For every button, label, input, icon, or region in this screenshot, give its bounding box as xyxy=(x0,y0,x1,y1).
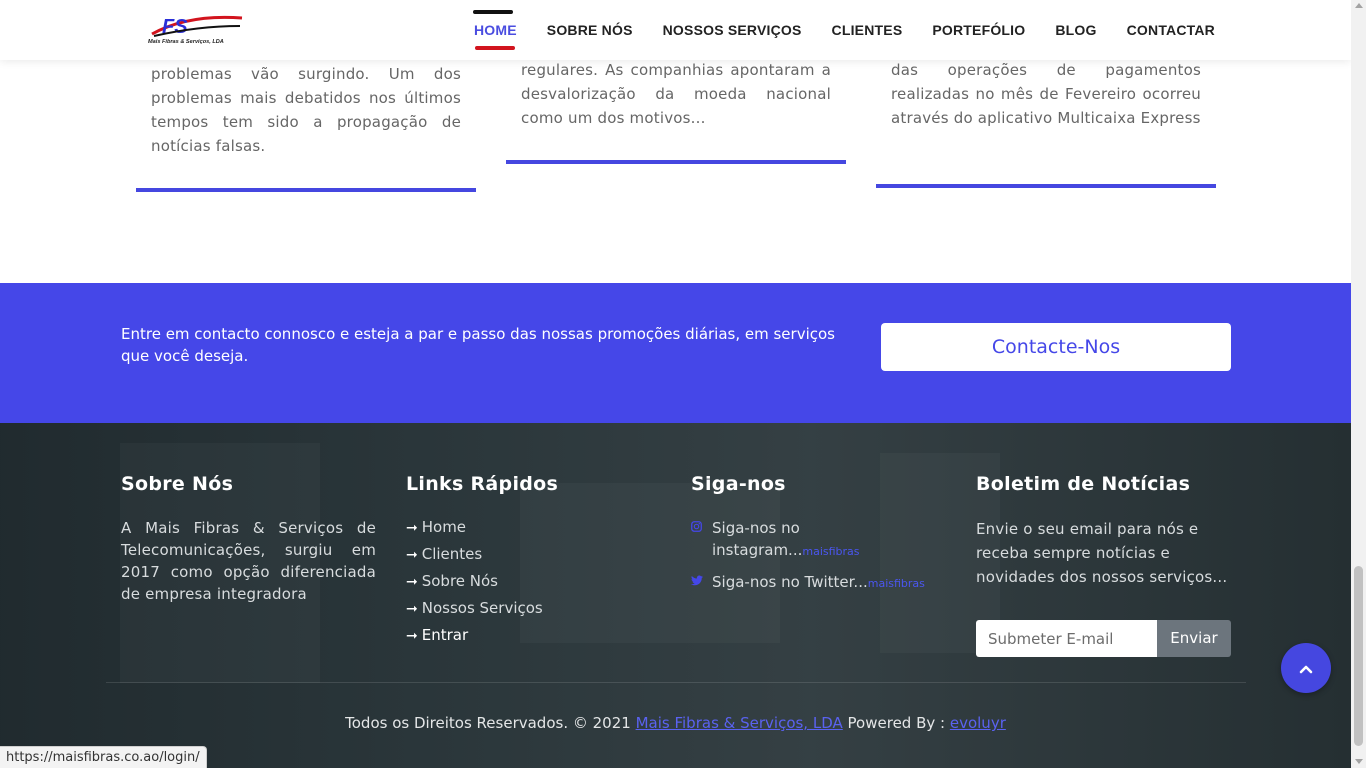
copyright-text: Todos os Direitos Reservados. © 2021 xyxy=(345,714,631,732)
footer-link-clientes[interactable]: ➞ Clientes xyxy=(406,544,661,571)
arrow-right-icon: ➞ xyxy=(406,574,418,590)
footer-about-text: A Mais Fibras & Serviços de Telecomunica… xyxy=(121,519,376,603)
company-link[interactable]: Mais Fibras & Serviços, LDA xyxy=(636,714,843,732)
footer-link-label: Home xyxy=(421,518,467,536)
blog-card: problemas vão surgindo. Um dos problemas… xyxy=(136,62,476,192)
footer-newsletter-title: Boletim de Notícias xyxy=(976,473,1191,495)
powered-by-link[interactable]: evoluyr xyxy=(950,714,1006,732)
blog-card-excerpt: problemas vão surgindo. Um dos problemas… xyxy=(151,65,461,155)
copyright-line: Todos os Direitos Reservados. © 2021 Mai… xyxy=(0,714,1351,732)
twitter-link[interactable]: Siga-nos no Twitter...maisfibras xyxy=(691,571,941,595)
footer-follow: Siga-nos Siga-nos no instagram...maisfib… xyxy=(691,473,941,603)
powered-by-text: Powered By : xyxy=(847,714,946,732)
blog-card-excerpt: das operações de pagamentos realizadas n… xyxy=(891,61,1201,127)
blog-card: regulares. As companhias apontaram a des… xyxy=(506,58,846,164)
footer-follow-title: Siga-nos xyxy=(691,473,786,495)
nav-sobre-nos[interactable]: SOBRE NÓS xyxy=(532,0,648,60)
newsletter-email-input[interactable] xyxy=(976,620,1157,657)
scrollbar-thumb[interactable] xyxy=(1354,566,1363,746)
nav-home[interactable]: HOME xyxy=(459,0,532,60)
arrow-right-icon: ➞ xyxy=(406,601,418,617)
company-logo[interactable]: FS Mais Fibras & Serviços, LDA xyxy=(148,12,246,48)
cta-text: Entre em contacto connosco e esteja a pa… xyxy=(121,325,835,365)
site-footer: Sobre Nós A Mais Fibras & Serviços de Te… xyxy=(0,423,1351,768)
blog-card-bar xyxy=(506,160,846,164)
main-nav: HOME SOBRE NÓS NOSSOS SERVIÇOS CLIENTES … xyxy=(459,0,1215,60)
footer-link-entrar[interactable]: ➞ Entrar xyxy=(406,625,661,652)
arrow-right-icon: ➞ xyxy=(406,520,418,536)
scroll-down-arrow-icon[interactable] xyxy=(1355,759,1363,764)
scroll-up-arrow-icon[interactable] xyxy=(1355,3,1363,8)
page-scrollbar[interactable] xyxy=(1351,0,1366,768)
arrow-right-icon: ➞ xyxy=(406,628,418,644)
blog-card-bar xyxy=(876,184,1216,188)
nav-nossos-servicos[interactable]: NOSSOS SERVIÇOS xyxy=(648,0,817,60)
instagram-icon xyxy=(691,517,712,563)
blog-card: das operações de pagamentos realizadas n… xyxy=(876,58,1216,188)
back-to-top-button[interactable] xyxy=(1281,643,1331,693)
newsletter-submit-button[interactable]: Enviar xyxy=(1157,620,1231,657)
nav-portefolio[interactable]: PORTEFÓLIO xyxy=(917,0,1040,60)
footer-link-label: Clientes xyxy=(421,545,483,563)
contact-us-button[interactable]: Contacte-Nos xyxy=(881,323,1231,371)
footer-link-sobre-nos[interactable]: ➞ Sobre Nós xyxy=(406,571,661,598)
blog-card-bar xyxy=(136,188,476,192)
instagram-link[interactable]: Siga-nos no instagram...maisfibras xyxy=(691,517,941,563)
chevron-up-icon xyxy=(1299,658,1313,677)
newsletter-form: Enviar xyxy=(976,620,1231,657)
footer-link-label: Nossos Serviços xyxy=(421,599,543,617)
footer-about: Sobre Nós A Mais Fibras & Serviços de Te… xyxy=(121,473,376,605)
site-header: FS Mais Fibras & Serviços, LDA HOME SOBR… xyxy=(0,0,1351,60)
footer-about-title: Sobre Nós xyxy=(121,473,234,495)
browser-status-url: https://maisfibras.co.ao/login/ xyxy=(0,746,207,768)
contact-cta-band: Entre em contacto connosco e esteja a pa… xyxy=(0,283,1351,423)
arrow-right-icon: ➞ xyxy=(406,547,418,563)
footer-links-title: Links Rápidos xyxy=(406,473,559,495)
instagram-link-text: Siga-nos no instagram...maisfibras xyxy=(712,519,860,559)
svg-text:FS: FS xyxy=(162,16,188,38)
nav-clientes[interactable]: CLIENTES xyxy=(817,0,918,60)
footer-link-nossos-servicos[interactable]: ➞ Nossos Serviços xyxy=(406,598,661,625)
blog-card-excerpt: regulares. As companhias apontaram a des… xyxy=(521,61,831,127)
footer-newsletter: Boletim de Notícias Envie o seu email pa… xyxy=(976,473,1231,589)
footer-divider xyxy=(106,682,1246,683)
svg-text:Mais Fibras & Serviços, LDA: Mais Fibras & Serviços, LDA xyxy=(148,39,224,45)
nav-contactar[interactable]: CONTACTAR xyxy=(1112,0,1215,60)
footer-link-label: Entrar xyxy=(421,626,469,644)
footer-link-home[interactable]: ➞ Home xyxy=(406,517,661,544)
twitter-link-text: Siga-nos no Twitter...maisfibras xyxy=(712,573,925,591)
nav-blog[interactable]: BLOG xyxy=(1040,0,1111,60)
footer-link-label: Sobre Nós xyxy=(421,572,499,590)
footer-quick-links: Links Rápidos ➞ Home ➞ Clientes ➞ Sobre Nós… xyxy=(406,473,661,652)
footer-newsletter-text: Envie o seu email para nós e receba semp… xyxy=(976,520,1228,586)
twitter-icon xyxy=(691,571,712,595)
